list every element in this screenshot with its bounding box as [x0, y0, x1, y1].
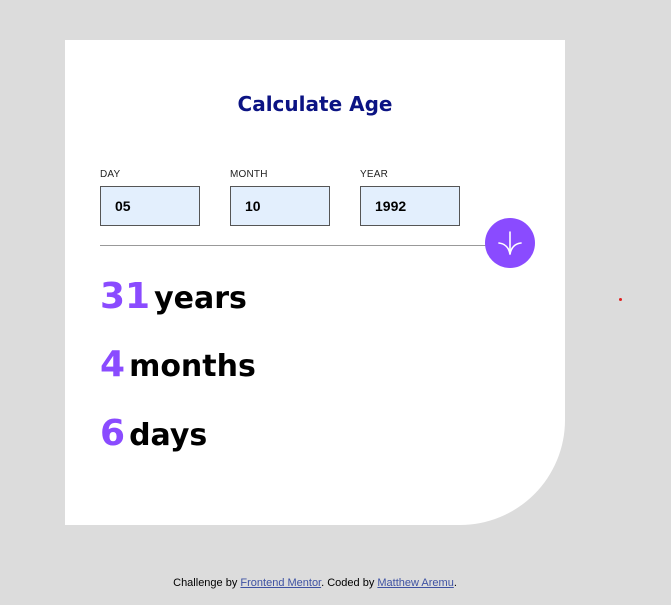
- month-label: MONTH: [230, 169, 268, 180]
- frontend-mentor-link[interactable]: Frontend Mentor: [240, 577, 321, 589]
- page-title: Calculate Age: [237, 92, 393, 116]
- arrow-down-icon: [498, 231, 522, 255]
- result-days: 6 days: [100, 416, 207, 452]
- red-dot: [619, 298, 622, 301]
- footer-suffix: .: [453, 577, 457, 589]
- year-input[interactable]: [360, 186, 460, 226]
- result-years: 31 years: [100, 279, 247, 315]
- footer-middle: . Coded by: [321, 577, 378, 589]
- months-value: 4: [100, 344, 126, 385]
- calculate-button[interactable]: [485, 218, 535, 268]
- divider: [100, 245, 520, 246]
- age-calculator-card: Calculate Age DAY MONTH YEAR 31years 4mo…: [65, 40, 565, 525]
- days-unit: days: [129, 418, 208, 453]
- year-label: YEAR: [360, 169, 389, 180]
- author-link[interactable]: Matthew Aremu: [377, 577, 453, 589]
- footer-prefix: Challenge by: [173, 577, 241, 589]
- month-field: MONTH: [230, 169, 330, 226]
- day-input[interactable]: [100, 186, 200, 226]
- year-field: YEAR: [360, 169, 460, 226]
- attribution-footer: Challenge by Frontend Mentor. Coded by M…: [0, 576, 630, 590]
- result-months: 4 months: [100, 347, 256, 383]
- day-field: DAY: [100, 169, 200, 226]
- years-value: 31: [100, 276, 151, 317]
- months-unit: months: [129, 349, 256, 384]
- month-input[interactable]: [230, 186, 330, 226]
- days-value: 6: [100, 413, 126, 454]
- years-unit: years: [154, 281, 247, 316]
- day-label: DAY: [100, 169, 121, 180]
